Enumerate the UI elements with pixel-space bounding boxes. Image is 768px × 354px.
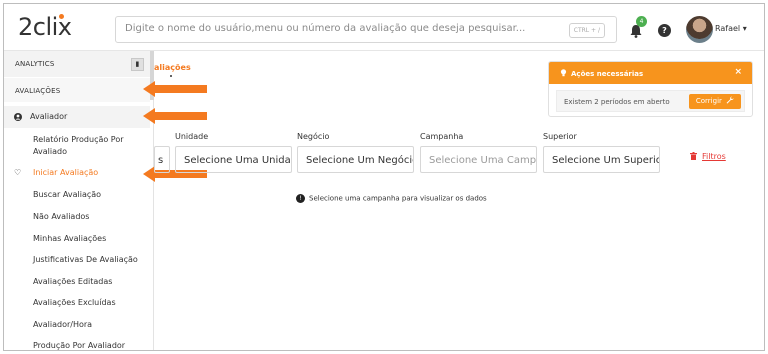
- arrow-left-icon: [143, 81, 207, 97]
- item-label: Não Avaliados: [33, 212, 90, 221]
- item-label: Minhas Avaliações: [33, 234, 107, 243]
- breadcrumb[interactable]: aliações: [154, 63, 191, 72]
- sidebar-section-analytics[interactable]: ANALYTICS ▮: [4, 51, 150, 77]
- info-message: ! Selecione uma campanha para visualizar …: [296, 194, 487, 203]
- app-logo[interactable]: 2clix: [18, 13, 72, 41]
- sidebar-item-nao-avaliados[interactable]: Não Avaliados: [4, 212, 150, 221]
- item-label: Relatório Produção Por: [33, 135, 124, 144]
- filter-select-partial[interactable]: s: [154, 146, 170, 173]
- item-label: Buscar Avaliação: [33, 190, 102, 199]
- sidebar-item-editadas[interactable]: Avaliações Editadas: [4, 277, 150, 286]
- heart-icon: ♡: [14, 168, 22, 177]
- info-text: Selecione uma campanha para visualizar o…: [309, 194, 487, 203]
- select-value: s: [158, 155, 164, 166]
- section-label: ANALYTICS: [15, 60, 55, 68]
- sidebar-item-avaliador-hora[interactable]: Avaliador/Hora: [4, 320, 150, 329]
- pin-icon[interactable]: ▮: [131, 58, 144, 71]
- user-menu[interactable]: Rafael ▾: [715, 24, 747, 33]
- select-value: Selecione Um Superior: [552, 155, 660, 166]
- lightbulb-icon: [560, 69, 567, 77]
- global-search-input[interactable]: Digite o nome do usuário,menu ou número …: [115, 16, 617, 43]
- search-placeholder: Digite o nome do usuário,menu ou número …: [125, 23, 526, 34]
- item-label: Avaliações Editadas: [33, 277, 113, 286]
- close-icon[interactable]: ×: [734, 67, 742, 77]
- sidebar-item-iniciar-avaliacao[interactable]: ♡ Iniciar Avaliação: [4, 168, 150, 177]
- notifications-button[interactable]: 4: [630, 16, 647, 38]
- sidebar-group-avaliador[interactable]: Avaliador: [4, 106, 150, 128]
- button-label: Corrigir: [695, 97, 722, 105]
- item-label: Avaliações Excluídas: [33, 298, 116, 307]
- sidebar-item-minhas[interactable]: Minhas Avaliações: [4, 234, 150, 243]
- arrow-left-icon: [143, 108, 207, 124]
- sidebar-item-producao[interactable]: Produção Por Avaliador: [4, 341, 150, 350]
- acoes-necessarias-panel: Ações necessárias × Existem 2 períodos e…: [548, 61, 753, 117]
- alert-message: Existem 2 períodos em aberto: [564, 98, 670, 106]
- breadcrumb-dot: [170, 75, 172, 77]
- wrench-icon: [726, 96, 734, 104]
- item-label: Iniciar Avaliação: [33, 168, 99, 177]
- app-window: 2clix Digite o nome do usuário,menu ou n…: [3, 3, 765, 351]
- item-label: Produção Por Avaliador: [33, 341, 126, 350]
- campanha-select[interactable]: Selecione Uma Campanha: [420, 146, 537, 173]
- sidebar-item-excluidas[interactable]: Avaliações Excluídas: [4, 298, 150, 307]
- item-label: Avaliador/Hora: [33, 320, 93, 329]
- item-label: Justificativas De Avaliação: [33, 255, 138, 264]
- sidebar: ANALYTICS ▮ AVALIAÇÕES Avaliador Relatór…: [4, 51, 154, 350]
- alert-header: Ações necessárias ×: [549, 62, 752, 84]
- unidade-select[interactable]: Selecione Uma Unidade: [175, 146, 292, 173]
- sidebar-item-relatorio[interactable]: Relatório Produção Por Avaliado: [4, 135, 150, 156]
- group-label: Avaliador: [30, 112, 68, 121]
- superior-select[interactable]: Selecione Um Superior: [543, 146, 660, 173]
- user-circle-icon: [14, 106, 22, 128]
- select-value: Selecione Uma Unidade: [184, 155, 292, 166]
- alert-title: Ações necessárias: [571, 70, 644, 78]
- filter-label-unidade: Unidade: [175, 132, 209, 141]
- corrigir-button[interactable]: Corrigir: [689, 94, 741, 109]
- trash-icon: [690, 152, 697, 160]
- sidebar-item-justificativas[interactable]: Justificativas De Avaliação: [4, 255, 150, 264]
- section-label: AVALIAÇÕES: [15, 87, 61, 95]
- search-shortcut-hint: CTRL + /: [568, 23, 605, 38]
- filtros-link[interactable]: Filtros: [690, 152, 726, 161]
- select-value: Selecione Um Negócio: [306, 155, 414, 166]
- filter-label-campanha: Campanha: [420, 132, 464, 141]
- logo-dot: [59, 14, 64, 19]
- sidebar-section-avaliacoes[interactable]: AVALIAÇÕES: [4, 78, 150, 102]
- sidebar-item-buscar[interactable]: Buscar Avaliação: [4, 190, 150, 199]
- filter-label-superior: Superior: [543, 132, 577, 141]
- help-button[interactable]: ?: [658, 24, 671, 37]
- avatar[interactable]: [686, 16, 713, 43]
- select-value: Selecione Uma Campanha: [429, 155, 537, 166]
- filtros-label: Filtros: [702, 152, 726, 161]
- filter-label-negocio: Negócio: [297, 132, 330, 141]
- info-icon: !: [296, 194, 305, 203]
- notification-badge: 4: [636, 16, 647, 27]
- top-header: 2clix Digite o nome do usuário,menu ou n…: [4, 4, 764, 51]
- negocio-select[interactable]: Selecione Um Negócio: [297, 146, 414, 173]
- alert-body: Existem 2 períodos em aberto Corrigir: [556, 90, 745, 112]
- item-label-cont: Avaliado: [33, 147, 67, 156]
